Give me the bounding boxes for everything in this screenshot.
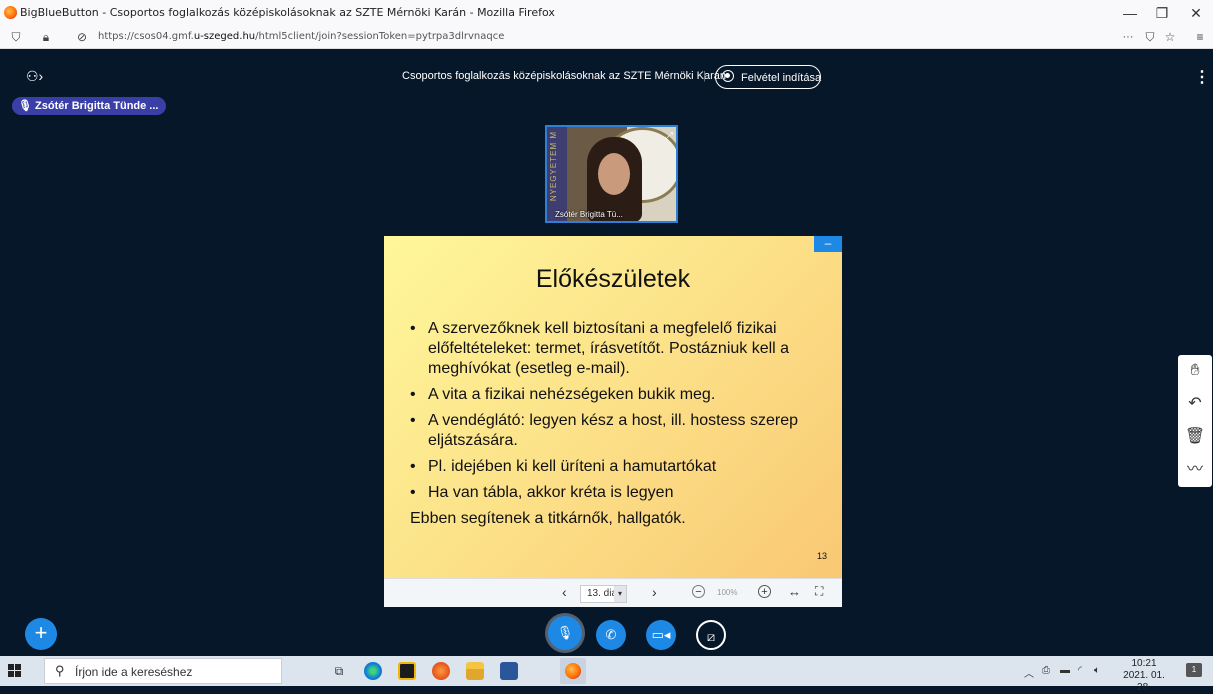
- windows-taskbar: ⚲ Írjon ide a kereséshez ⧉ ︿ ⎙ ▬ ◜ 🔈︎ 10…: [0, 656, 1213, 693]
- mute-microphone-button[interactable]: 🎙︎: [548, 616, 582, 650]
- edge-icon[interactable]: [364, 662, 382, 680]
- talking-user-name: Zsótér Brigitta Tünde ...: [35, 100, 159, 112]
- webcam-face: [598, 153, 630, 195]
- share-screen-button[interactable]: ⧄: [696, 620, 726, 650]
- restore-icon[interactable]: ❐: [1148, 2, 1176, 24]
- share-webcam-button[interactable]: ▭◂: [646, 620, 676, 650]
- record-label: Felvétel indítása: [741, 72, 822, 84]
- webcam-user-name: Zsótér Brigitta Tü...: [555, 210, 623, 219]
- file-explorer-icon[interactable]: [466, 662, 484, 680]
- multi-user-whiteboard-icon[interactable]: 〰: [1178, 454, 1212, 486]
- notifications-icon[interactable]: 1: [1186, 663, 1202, 677]
- window-title: BigBlueButton - Csoportos foglalkozás kö…: [20, 6, 555, 19]
- slide-select-value: 13. dia: [587, 588, 618, 599]
- leave-audio-button[interactable]: ✆: [596, 620, 626, 650]
- slide-body: A szervezőknek kell biztosítani a megfel…: [410, 319, 830, 529]
- presentation-toolbar: ‹ 13. dia ▾ › − 100% + ↔ ⛶: [384, 578, 842, 607]
- notification-count: 1: [1191, 665, 1197, 674]
- undo-icon[interactable]: ↶: [1178, 388, 1212, 420]
- start-recording-button[interactable]: Felvétel indítása: [715, 65, 821, 89]
- clock-date: 2021. 01. 28.: [1123, 670, 1165, 693]
- slide-page-number: 13: [817, 551, 828, 561]
- firefox-taskbar-button[interactable]: [560, 658, 586, 684]
- chevron-down-icon[interactable]: ▾: [614, 586, 626, 602]
- url-text[interactable]: https://csos04.gmf.u-szeged.hu/html5clie…: [98, 31, 504, 42]
- webcam-video[interactable]: NYEGYETEM M ⤢ Zsótér Brigitta Tü...: [545, 125, 678, 223]
- pocket-icon[interactable]: ⛉: [1142, 29, 1158, 45]
- title-divider: |: [703, 70, 706, 82]
- permissions-icon[interactable]: ⊘: [74, 29, 90, 45]
- webcam-banner-text: NYEGYETEM M: [549, 131, 558, 202]
- users-toggle-icon[interactable]: ⚇›: [26, 68, 43, 85]
- store-icon[interactable]: [398, 662, 416, 680]
- wifi-icon[interactable]: ◜: [1078, 665, 1082, 676]
- microphone-icon: 🎙︎: [18, 100, 32, 112]
- previous-slide-icon[interactable]: ‹: [562, 584, 567, 600]
- firefox-icon: [565, 663, 581, 679]
- task-view-icon[interactable]: ⧉: [330, 662, 348, 680]
- slide-select[interactable]: 13. dia ▾: [580, 585, 627, 603]
- options-menu-icon[interactable]: ⋮: [1194, 70, 1210, 86]
- zoom-out-icon[interactable]: −: [692, 585, 705, 598]
- meeting-title: Csoportos foglalkozás középiskolásoknak …: [402, 70, 727, 82]
- taskbar-search-input[interactable]: ⚲ Írjon ide a kereséshez: [44, 658, 282, 684]
- tray-chevron-icon[interactable]: ︿: [1024, 665, 1034, 680]
- window-titlebar: BigBlueButton - Csoportos foglalkozás kö…: [0, 0, 1213, 26]
- fit-width-icon[interactable]: ↔: [788, 584, 801, 599]
- clear-all-icon[interactable]: 🗑︎: [1178, 421, 1212, 453]
- zoom-in-icon[interactable]: +: [758, 585, 771, 598]
- lock-icon[interactable]: 🔒︎: [38, 29, 54, 45]
- shield-icon[interactable]: ⛉: [8, 29, 24, 45]
- clock-time: 10:21: [1131, 658, 1157, 669]
- whiteboard-toolbar: ✋︎ ↶ 🗑︎ 〰: [1178, 355, 1212, 487]
- slide-bullet: Ha van tábla, akkor kréta is legyen: [410, 483, 830, 503]
- bookmark-star-icon[interactable]: ☆: [1162, 29, 1178, 45]
- next-slide-icon[interactable]: ›: [652, 584, 657, 600]
- meet-now-icon[interactable]: ⎙: [1042, 665, 1050, 676]
- actions-button[interactable]: +: [25, 618, 57, 650]
- slide-bullet: Pl. idejében ki kell üríteni a hamutartó…: [410, 457, 830, 477]
- hamburger-menu-icon[interactable]: ≡: [1192, 29, 1208, 45]
- slide-bullet: A vendéglátó: legyen kész a host, ill. h…: [410, 411, 830, 451]
- word-icon[interactable]: [500, 662, 518, 680]
- zoom-level: 100%: [717, 588, 738, 597]
- taskbar-clock[interactable]: 10:21 2021. 01. 28.: [1120, 658, 1168, 694]
- close-icon[interactable]: ✕: [1182, 2, 1210, 24]
- volume-icon[interactable]: 🔈︎: [1094, 665, 1100, 676]
- windows-start-icon[interactable]: [8, 664, 22, 678]
- fullscreen-icon[interactable]: ⤢: [665, 131, 673, 142]
- powerpoint-icon[interactable]: [432, 662, 450, 680]
- minimize-icon[interactable]: —: [1116, 2, 1144, 24]
- slide-bullet: A vita a fizikai nehézségeken bukik meg.: [410, 385, 830, 405]
- minimize-presentation-button[interactable]: –: [814, 236, 842, 252]
- slide-bullet: A szervezőknek kell biztosítani a megfel…: [410, 319, 830, 379]
- slide-title: Előkészületek: [535, 265, 691, 293]
- page-actions-icon[interactable]: ···: [1120, 29, 1136, 45]
- address-bar[interactable]: ⛉ 🔒︎ ⊘ https://csos04.gmf.u-szeged.hu/ht…: [0, 26, 1213, 49]
- fullscreen-icon[interactable]: ⛶: [815, 584, 823, 599]
- record-icon: [722, 70, 734, 82]
- slide-closing-line: Ebben segítenek a titkárnők, hallgatók.: [410, 510, 686, 527]
- hand-tool-icon[interactable]: ✋︎: [1178, 355, 1212, 387]
- search-icon: ⚲: [55, 663, 65, 678]
- talking-indicator[interactable]: 🎙︎ Zsótér Brigitta Tünde ...: [12, 97, 167, 115]
- firefox-icon: [4, 6, 17, 19]
- battery-icon[interactable]: ▬: [1060, 665, 1070, 676]
- search-placeholder: Írjon ide a kereséshez: [75, 665, 193, 679]
